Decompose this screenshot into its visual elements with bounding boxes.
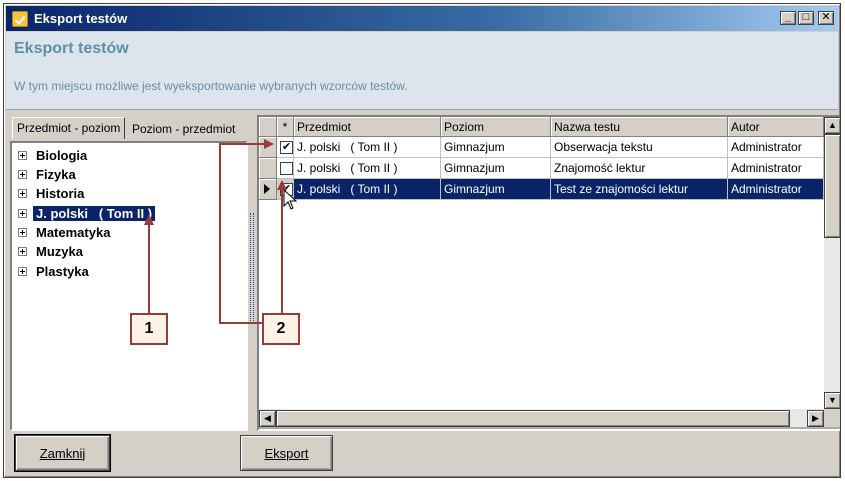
cell-level[interactable]: Gimnazjum bbox=[441, 158, 551, 179]
export-button-label: Eksport bbox=[264, 445, 309, 461]
tree-item-fizyka[interactable]: Fizyka bbox=[18, 165, 79, 183]
close-button-label: Zamknij bbox=[39, 445, 86, 461]
expand-icon[interactable] bbox=[18, 169, 27, 179]
table-row-selected[interactable]: ✔ J. polski ( Tom II ) Gimnazjum Test ze… bbox=[259, 179, 824, 200]
tab-level-subject[interactable]: Poziom - przedmiot bbox=[128, 119, 239, 141]
callout-1: 1 bbox=[130, 313, 168, 345]
row-checkbox-cell[interactable]: ✔ bbox=[277, 179, 294, 200]
tree-item-muzyka[interactable]: Muzyka bbox=[18, 242, 86, 260]
cell-subject[interactable]: J. polski ( Tom II ) bbox=[294, 158, 441, 179]
grid-header-indicator bbox=[259, 117, 277, 137]
tree-item-plastyka[interactable]: Plastyka bbox=[18, 262, 92, 280]
panel-splitter[interactable] bbox=[249, 115, 255, 431]
window-title: Eksport testów bbox=[34, 11, 128, 26]
expand-icon[interactable] bbox=[18, 246, 27, 256]
subject-tree-panel: Przedmiot - poziom Poziom - przedmiot Bi… bbox=[10, 115, 248, 431]
scroll-up-button[interactable]: ▲ bbox=[824, 117, 840, 134]
cell-subject[interactable]: J. polski ( Tom II ) bbox=[294, 137, 441, 158]
grid-horizontal-scrollbar[interactable]: ◀ ▶ bbox=[259, 409, 824, 427]
expand-icon[interactable] bbox=[18, 150, 27, 160]
minimize-button[interactable]: _ bbox=[780, 11, 796, 25]
cell-subject[interactable]: J. polski ( Tom II ) bbox=[294, 179, 441, 200]
vertical-scroll-thumb[interactable] bbox=[824, 134, 840, 238]
export-window: Eksport testów _ □ ✕ Eksport testów W ty… bbox=[3, 3, 841, 478]
grid-header-check[interactable]: * bbox=[277, 117, 294, 137]
cell-author[interactable]: Administrator bbox=[728, 137, 824, 158]
tree-item-matematyka[interactable]: Matematyka bbox=[18, 223, 113, 241]
tests-grid: * Przedmiot Poziom Nazwa testu Autor ✔ J… bbox=[257, 115, 840, 431]
page-description: W tym miejscu możliwe jest wyeksportowan… bbox=[14, 79, 408, 93]
tree-item-label-selected[interactable]: J. polski ( Tom II ) bbox=[33, 205, 156, 221]
row-checkbox[interactable]: ✔ bbox=[280, 141, 293, 154]
subject-tree: Biologia Fizyka Historia J. polski ( Tom… bbox=[10, 141, 248, 431]
maximize-button[interactable]: □ bbox=[798, 11, 814, 25]
tree-item-label[interactable]: Matematyka bbox=[33, 225, 113, 240]
header-panel: Eksport testów W tym miejscu możliwe jes… bbox=[6, 32, 838, 110]
callout-2: 2 bbox=[262, 313, 300, 345]
row-checkbox[interactable] bbox=[280, 162, 293, 175]
cell-author[interactable]: Administrator bbox=[728, 158, 824, 179]
close-button[interactable]: Zamknij bbox=[14, 434, 111, 472]
tree-item-label[interactable]: Biologia bbox=[33, 148, 90, 163]
tree-item-label[interactable]: Muzyka bbox=[33, 244, 86, 259]
table-row[interactable]: ✔ J. polski ( Tom II ) Gimnazjum Obserwa… bbox=[259, 137, 824, 158]
row-checkbox-cell[interactable]: ✔ bbox=[277, 137, 294, 158]
splitter-grip[interactable] bbox=[250, 213, 254, 321]
grid-header-name[interactable]: Nazwa testu bbox=[551, 117, 728, 137]
grid-header-level[interactable]: Poziom bbox=[441, 117, 551, 137]
row-checkbox[interactable]: ✔ bbox=[280, 183, 293, 196]
expand-icon[interactable] bbox=[18, 208, 27, 218]
grid-header-author[interactable]: Autor bbox=[728, 117, 824, 137]
current-row-arrow-icon bbox=[264, 184, 270, 194]
tab-subject-level[interactable]: Przedmiot - poziom bbox=[12, 117, 126, 139]
tree-item-label[interactable]: Historia bbox=[33, 186, 87, 201]
grid-vertical-scrollbar[interactable]: ▲ ▼ bbox=[824, 117, 840, 409]
cell-level[interactable]: Gimnazjum bbox=[441, 137, 551, 158]
table-row[interactable]: J. polski ( Tom II ) Gimnazjum Znajomość… bbox=[259, 158, 824, 179]
scroll-left-button[interactable]: ◀ bbox=[259, 410, 276, 427]
expand-icon[interactable] bbox=[18, 266, 27, 276]
scroll-right-button[interactable]: ▶ bbox=[807, 410, 824, 427]
page-title: Eksport testów bbox=[14, 40, 129, 57]
close-window-button[interactable]: ✕ bbox=[818, 11, 834, 25]
cell-author[interactable]: Administrator bbox=[728, 179, 824, 200]
row-indicator[interactable] bbox=[259, 137, 277, 158]
expand-icon[interactable] bbox=[18, 227, 27, 237]
cell-test-name[interactable]: Obserwacja tekstu bbox=[551, 137, 728, 158]
tree-item-label[interactable]: Fizyka bbox=[33, 167, 79, 182]
export-button[interactable]: Eksport bbox=[240, 435, 333, 471]
scroll-corner bbox=[824, 409, 840, 427]
row-indicator[interactable] bbox=[259, 179, 277, 200]
tree-item-historia[interactable]: Historia bbox=[18, 184, 87, 202]
title-bar[interactable]: Eksport testów _ □ ✕ bbox=[6, 6, 838, 31]
tree-item-j-polski[interactable]: J. polski ( Tom II ) bbox=[18, 204, 156, 222]
horizontal-scroll-thumb[interactable] bbox=[276, 410, 790, 427]
cell-level[interactable]: Gimnazjum bbox=[441, 179, 551, 200]
scroll-down-button[interactable]: ▼ bbox=[824, 392, 840, 409]
row-indicator[interactable] bbox=[259, 158, 277, 179]
expand-icon[interactable] bbox=[18, 188, 27, 198]
tree-item-biologia[interactable]: Biologia bbox=[18, 146, 90, 164]
app-icon bbox=[12, 11, 28, 27]
cell-test-name[interactable]: Znajomość lektur bbox=[551, 158, 728, 179]
tree-item-label[interactable]: Plastyka bbox=[33, 264, 92, 279]
cell-test-name[interactable]: Test ze znajomości lektur bbox=[551, 179, 728, 200]
tree-tabs: Przedmiot - poziom Poziom - przedmiot bbox=[10, 115, 248, 139]
row-checkbox-cell[interactable] bbox=[277, 158, 294, 179]
grid-header-subject[interactable]: Przedmiot bbox=[294, 117, 441, 137]
